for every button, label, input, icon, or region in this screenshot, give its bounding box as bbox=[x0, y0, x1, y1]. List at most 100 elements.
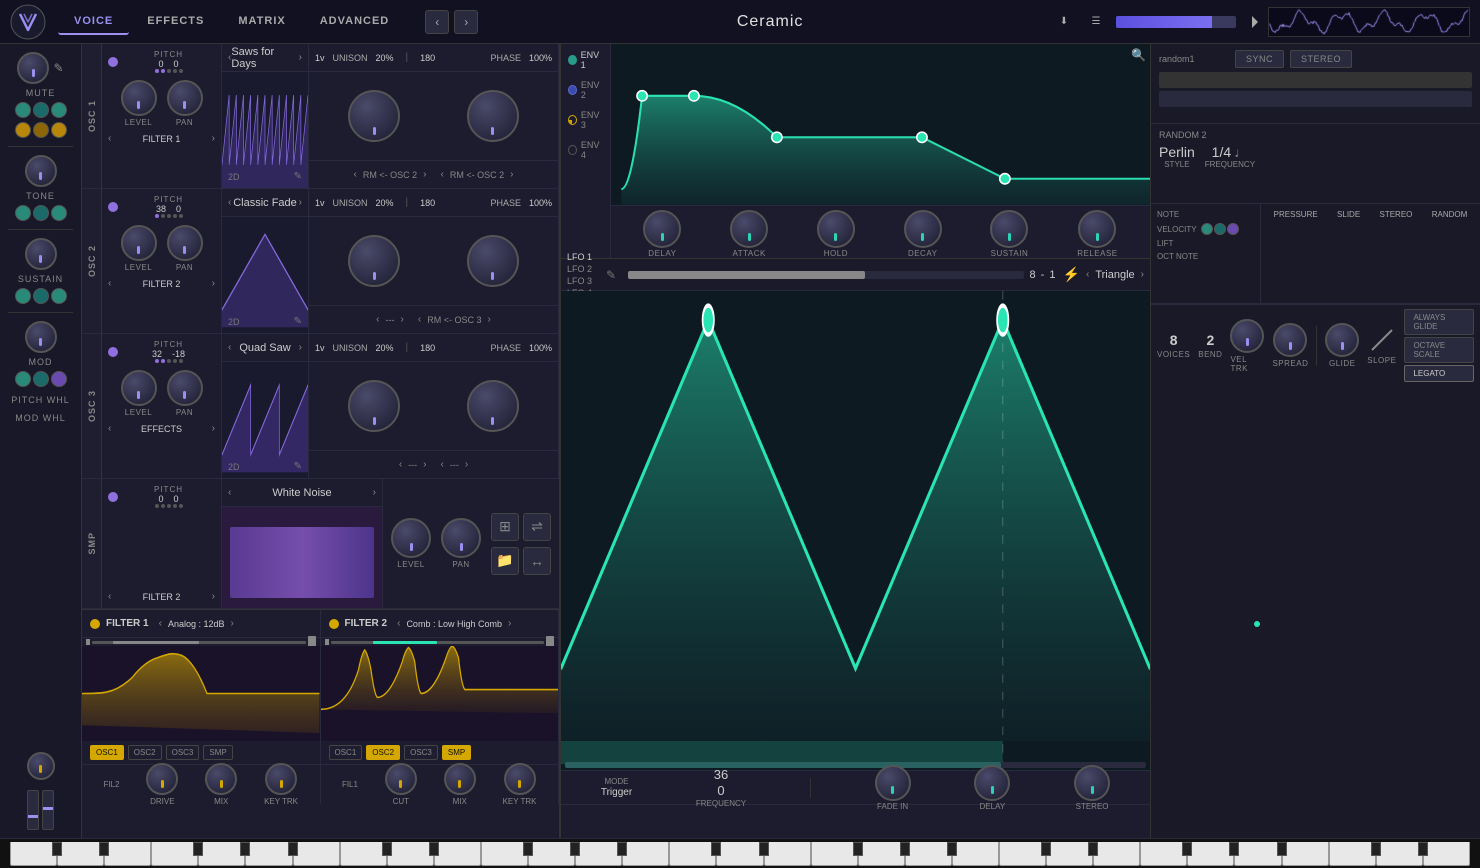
osc1-rm-prev[interactable]: ‹ bbox=[441, 169, 444, 180]
smp-filter-next[interactable]: › bbox=[212, 591, 215, 602]
glide-knob[interactable] bbox=[1325, 323, 1359, 357]
smp-shuffle-icon[interactable]: ⇌ bbox=[523, 513, 551, 541]
voice-icon-5[interactable] bbox=[33, 122, 49, 138]
prev-preset[interactable]: ‹ bbox=[425, 10, 449, 34]
slider-left[interactable] bbox=[27, 790, 39, 830]
smp-filter-prev[interactable]: ‹ bbox=[108, 591, 111, 602]
osc3-dot1[interactable] bbox=[155, 359, 159, 363]
piano-key-ds6[interactable] bbox=[1088, 842, 1098, 856]
vel-trk-knob[interactable] bbox=[1230, 319, 1264, 353]
osc1-dot2[interactable] bbox=[161, 69, 165, 73]
osc1-phase-knob[interactable] bbox=[467, 90, 519, 142]
piano-key-e3[interactable] bbox=[104, 842, 151, 866]
tone-icon-3[interactable] bbox=[51, 205, 67, 221]
osc1-dot3[interactable] bbox=[167, 69, 171, 73]
lfo1-selector[interactable]: LFO 1 bbox=[567, 252, 596, 262]
smp-wave-next[interactable]: › bbox=[373, 487, 376, 498]
piano-key-g4[interactable] bbox=[528, 842, 575, 866]
env-sustain-knob[interactable] bbox=[990, 210, 1028, 248]
piano-key-cs4[interactable] bbox=[382, 842, 392, 856]
osc3-pan-knob[interactable] bbox=[167, 370, 203, 406]
random1-sync-btn[interactable]: SYNC bbox=[1235, 50, 1284, 68]
filter1-osc1-btn[interactable]: OSC1 bbox=[90, 745, 124, 760]
osc2-filter-next[interactable]: › bbox=[212, 278, 215, 289]
smp-level-knob[interactable] bbox=[391, 518, 431, 558]
osc2-level-knob[interactable] bbox=[121, 225, 157, 261]
osc1-wave-next[interactable]: › bbox=[299, 52, 302, 63]
osc1-dot5[interactable] bbox=[179, 69, 183, 73]
piano-key-gs3[interactable] bbox=[240, 842, 250, 856]
env-attack-knob[interactable] bbox=[730, 210, 768, 248]
piano-key-a3[interactable] bbox=[245, 842, 292, 866]
osc1-mod-next[interactable]: › bbox=[423, 169, 426, 180]
tone-knob[interactable] bbox=[25, 155, 57, 187]
voice-icon-4[interactable] bbox=[15, 122, 31, 138]
osc2-wave-next[interactable]: › bbox=[299, 197, 302, 208]
piano-key-c3[interactable] bbox=[10, 842, 57, 866]
filter2-slider-track[interactable] bbox=[331, 641, 545, 644]
mod-knob[interactable] bbox=[25, 321, 57, 353]
osc2-dot1[interactable] bbox=[155, 214, 159, 218]
lfo-shape-next[interactable]: › bbox=[1141, 269, 1144, 280]
osc3-dot3[interactable] bbox=[167, 359, 171, 363]
next-preset[interactable]: › bbox=[454, 10, 478, 34]
osc1-rm-next[interactable]: › bbox=[510, 169, 513, 180]
piano-key-e4[interactable] bbox=[434, 842, 481, 866]
lfo-rate-slider[interactable] bbox=[628, 271, 1023, 279]
save-button[interactable]: ⬇ bbox=[1052, 10, 1076, 34]
osc3-wave-next[interactable]: › bbox=[299, 342, 302, 353]
smp-enable[interactable] bbox=[108, 492, 118, 502]
filter1-mix-knob[interactable] bbox=[205, 763, 237, 795]
master-knob[interactable] bbox=[17, 52, 49, 84]
piano-key-b3[interactable] bbox=[293, 842, 340, 866]
slider-right[interactable] bbox=[42, 790, 54, 830]
random1-bar1[interactable] bbox=[1159, 72, 1472, 88]
mod-icon-1[interactable] bbox=[15, 371, 31, 387]
env4-selector[interactable]: ENV 4 bbox=[565, 138, 606, 162]
spread-knob[interactable] bbox=[1273, 323, 1307, 357]
osc3-phase-knob[interactable] bbox=[467, 380, 519, 432]
filter2-mix-knob[interactable] bbox=[444, 763, 476, 795]
piano-key-e6[interactable] bbox=[1093, 842, 1140, 866]
piano-key-as3[interactable] bbox=[288, 842, 298, 856]
mod-icon-2[interactable] bbox=[33, 371, 49, 387]
tab-voice[interactable]: VOICE bbox=[58, 9, 129, 35]
osc2-wave-prev[interactable]: ‹ bbox=[228, 197, 231, 208]
piano-key-cs3[interactable] bbox=[52, 842, 62, 856]
osc2-dot2[interactable] bbox=[161, 214, 165, 218]
tab-matrix[interactable]: MATRIX bbox=[222, 9, 301, 35]
sustain-icon-1[interactable] bbox=[15, 288, 31, 304]
env1-selector[interactable]: ENV 1 bbox=[565, 48, 606, 72]
filter1-drive-knob[interactable] bbox=[146, 763, 178, 795]
osc2-pan-knob[interactable] bbox=[167, 225, 203, 261]
osc1-edit-icon[interactable]: ✎ bbox=[294, 171, 302, 182]
filter1-type-prev[interactable]: ‹ bbox=[159, 618, 162, 629]
piano-key-a4[interactable] bbox=[575, 842, 622, 866]
osc1-filter-next[interactable]: › bbox=[212, 133, 215, 144]
smp-pan-knob[interactable] bbox=[441, 518, 481, 558]
piano-key-as4[interactable] bbox=[617, 842, 627, 856]
piano-key-f6[interactable] bbox=[1140, 842, 1187, 866]
osc1-filter-prev[interactable]: ‹ bbox=[108, 133, 111, 144]
filter2-keytrk-knob[interactable] bbox=[504, 763, 536, 795]
osc3-filter-prev[interactable]: ‹ bbox=[108, 423, 111, 434]
logo[interactable] bbox=[10, 4, 46, 40]
filter1-slider-track[interactable] bbox=[92, 641, 306, 644]
piano-key-gs4[interactable] bbox=[570, 842, 580, 856]
piano-key-f3[interactable] bbox=[151, 842, 198, 866]
voice-icon-6[interactable] bbox=[51, 122, 67, 138]
osc1-dot4[interactable] bbox=[173, 69, 177, 73]
volume-knob-top[interactable] bbox=[1244, 14, 1260, 30]
piano-key-d7[interactable] bbox=[1376, 842, 1423, 866]
piano-key-gs6[interactable] bbox=[1229, 842, 1239, 856]
filter2-osc2-btn[interactable]: OSC2 bbox=[366, 745, 400, 760]
smp-dot4[interactable] bbox=[173, 504, 177, 508]
random1-bar2[interactable] bbox=[1159, 91, 1472, 107]
piano-key-d4[interactable] bbox=[387, 842, 434, 866]
piano-key-fs4[interactable] bbox=[523, 842, 533, 856]
smp-dot3[interactable] bbox=[167, 504, 171, 508]
lfo-fadein-knob[interactable] bbox=[875, 765, 911, 801]
piano-key-e5[interactable] bbox=[764, 842, 811, 866]
filter1-slider-left[interactable] bbox=[86, 639, 90, 645]
piano-key-b4[interactable] bbox=[622, 842, 669, 866]
